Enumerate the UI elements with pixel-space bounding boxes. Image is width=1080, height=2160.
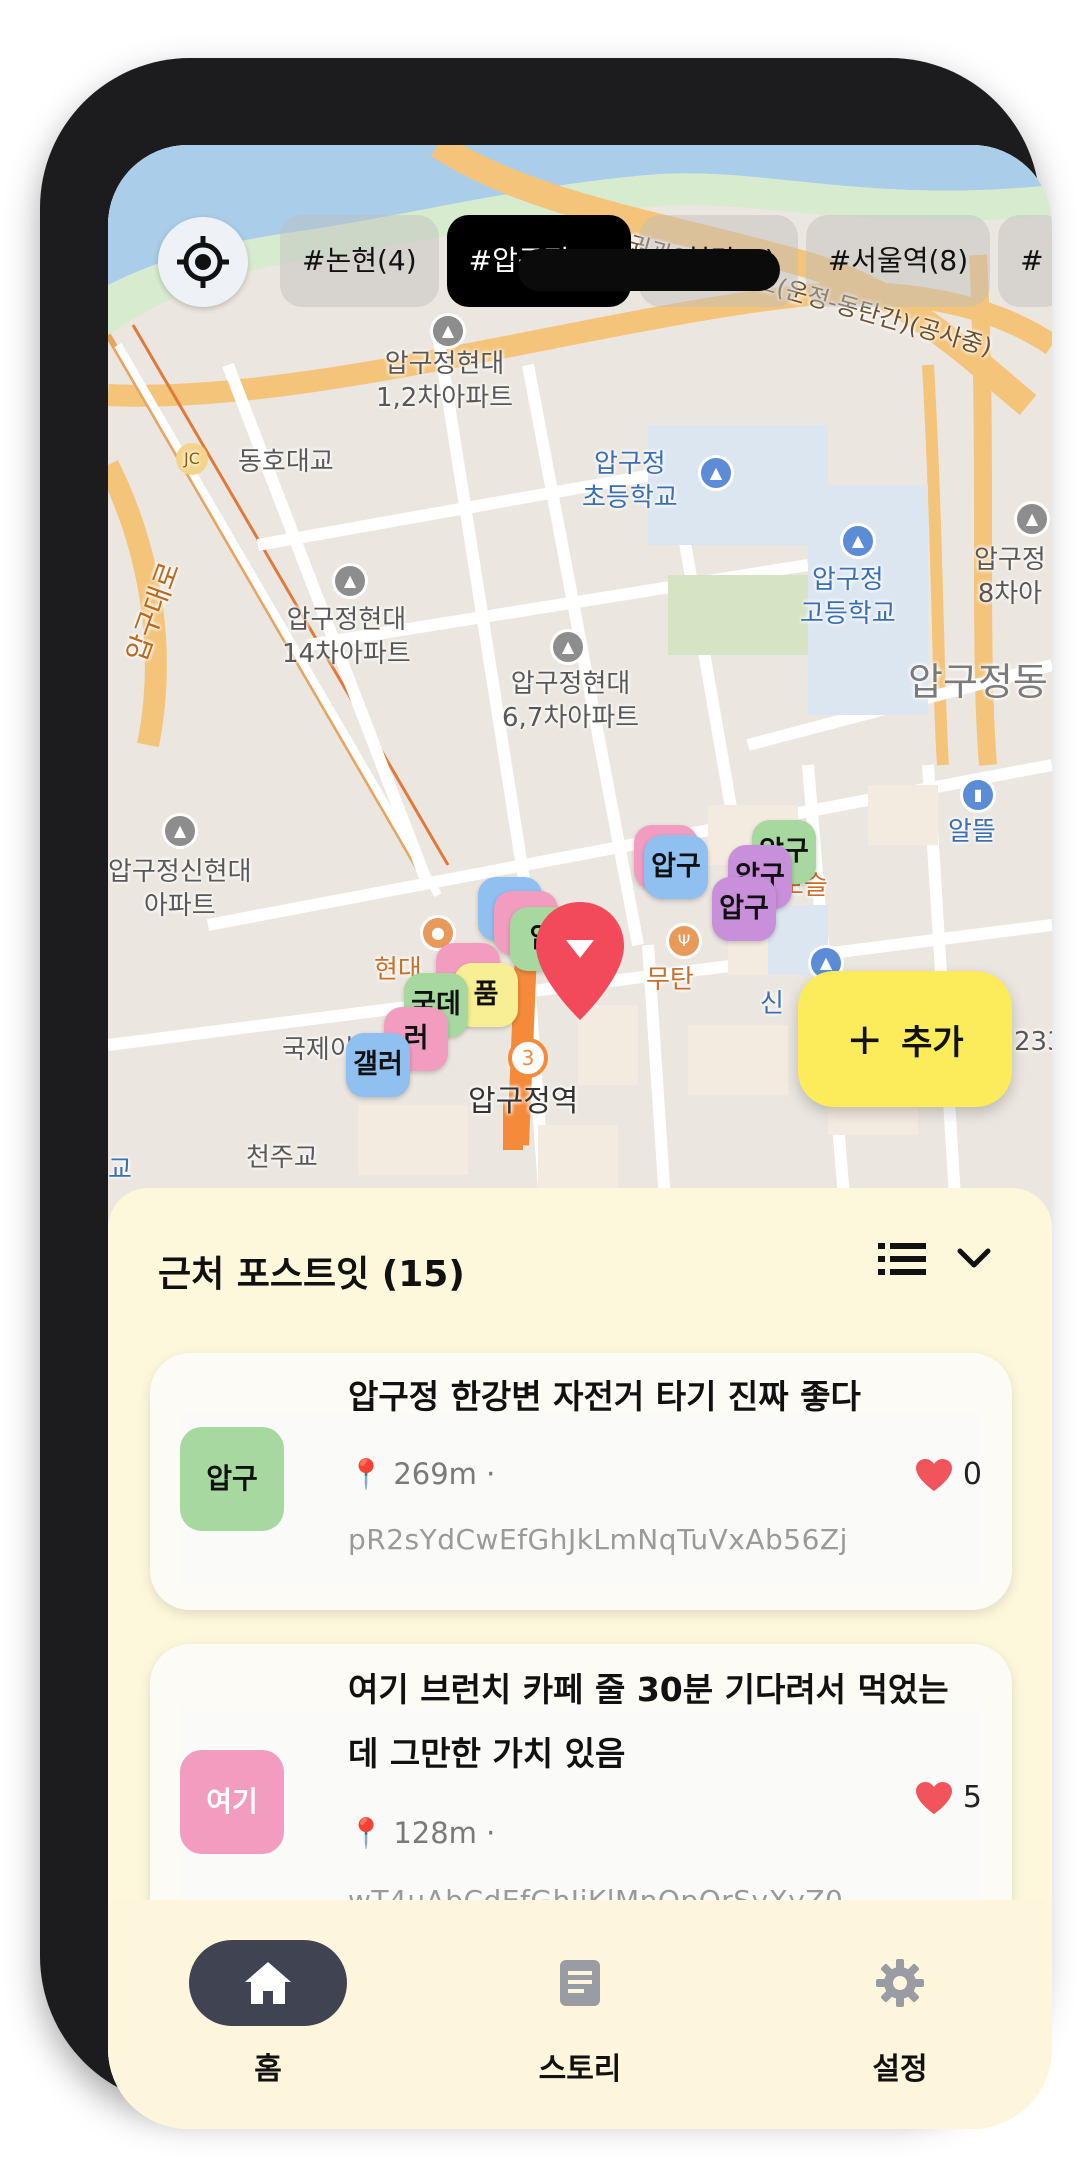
add-button-label: 추가: [901, 1022, 964, 1063]
dynamic-island: [518, 249, 780, 291]
map-marker[interactable]: 갤러: [346, 1033, 410, 1097]
pin-icon: 📍: [348, 1816, 385, 1850]
gas-station-icon: ▮: [960, 777, 996, 813]
phone-frame: 압구정현대 1,2차아파트 ▲ 동호대교 JC 압구정 초등학교 ▲ 압구정 고등학교…: [40, 58, 1052, 2129]
like-button[interactable]: 5: [915, 1780, 982, 1815]
postit-card[interactable]: 여기 여기 브런치 카페 줄 30분 기다려서 먹었는데 그만한 가치 있음 📍…: [150, 1644, 1012, 1944]
map-label-school: 압구정 초등학교: [582, 449, 678, 513]
jc-badge: JC: [176, 443, 208, 475]
map-label-school2: 압구정 고등학교: [800, 565, 896, 629]
crosshair-icon: [177, 236, 229, 288]
building-icon: ▲: [430, 313, 466, 349]
my-location-button[interactable]: [158, 217, 248, 307]
map-label-dong: 압구정동: [908, 660, 1048, 704]
chip-nonhyeon[interactable]: #논현(4): [280, 215, 439, 307]
nav-story-label: 스토리: [538, 2052, 622, 2087]
postit-distance: 📍 269m ·: [348, 1457, 496, 1491]
map-label-apt: 압구정현대 1,2차아파트: [376, 349, 514, 413]
map-label-apt67: 압구정현대 6,7차아파트: [502, 669, 640, 733]
nav-settings-label: 설정: [872, 2052, 928, 2087]
postit-title: 압구정 한강변 자전거 타기 진짜 좋다: [348, 1377, 861, 1416]
gear-icon: [876, 1959, 924, 2007]
building-icon: ▲: [332, 563, 368, 599]
sheet-title: 근처 포스트잇 (15): [158, 1254, 465, 1295]
sheet-controls: [878, 1241, 994, 1277]
map-label-apt8: 압구정 8차아: [974, 545, 1046, 609]
subway-line-number: 3: [521, 1046, 535, 1070]
pin-icon: 📍: [348, 1457, 385, 1491]
postit-card[interactable]: 압구 압구정 한강변 자전거 타기 진짜 좋다 📍 269m · pR2sYdC…: [150, 1353, 1012, 1610]
map-label-gukje: 국제이: [282, 1035, 354, 1065]
map-label-apt14: 압구정현대 14차아파트: [282, 605, 411, 669]
like-count: 0: [962, 1457, 982, 1492]
postit-avatar: 압구: [180, 1427, 284, 1531]
map-label-station: 압구정역: [468, 1084, 579, 1119]
list-view-icon[interactable]: [878, 1241, 928, 1277]
nav-home[interactable]: 홈: [168, 1940, 368, 2088]
building-icon: ▲: [1014, 501, 1050, 537]
school-icon: ▲: [698, 455, 734, 491]
postit-distance: 📍 128m ·: [348, 1816, 496, 1850]
map-view[interactable]: 압구정현대 1,2차아파트 ▲ 동호대교 JC 압구정 초등학교 ▲ 압구정 고등학교…: [108, 145, 1052, 1245]
restaurant-icon: Ψ: [666, 923, 702, 959]
chip-more[interactable]: #: [998, 215, 1052, 307]
home-icon: [245, 1962, 291, 2004]
map-label-cheonju: 천주교: [246, 1143, 318, 1173]
nav-story[interactable]: 스토리: [480, 1940, 680, 2088]
like-button[interactable]: 0: [915, 1457, 982, 1492]
heart-icon: [915, 1458, 952, 1491]
nav-settings[interactable]: 설정: [800, 1940, 1000, 2088]
plus-icon: +: [846, 1013, 884, 1065]
map-label-233: 233: [1014, 1027, 1052, 1057]
postit-id: pR2sYdCwEfGhJkLmNqTuVxAb56Zj: [348, 1523, 848, 1556]
add-postit-button[interactable]: + 추가: [798, 971, 1012, 1107]
chip-seoul-station[interactable]: #서울역(8): [805, 215, 991, 307]
bottom-nav: 홈 스토리 설정: [108, 1900, 1052, 2129]
map-label-gas: 알뜰: [948, 817, 996, 847]
nav-home-label: 홈: [254, 2052, 282, 2087]
map-label-muntan: 무탄: [646, 965, 694, 995]
postit-avatar: 여기: [180, 1750, 284, 1854]
map-label-newapt: 압구정신현대 아파트: [108, 857, 252, 921]
map-label-jc: 동호대교: [238, 447, 334, 477]
map-marker[interactable]: 압구: [644, 835, 708, 899]
building-icon: ▲: [550, 629, 586, 665]
building-icon: ▲: [162, 813, 198, 849]
document-icon: [560, 1960, 600, 2006]
map-label-edge: 교: [108, 1155, 132, 1185]
chevron-down-icon[interactable]: [954, 1241, 994, 1277]
current-location-pin-icon: [536, 902, 624, 1020]
map-marker[interactable]: 압구: [712, 877, 776, 941]
school-icon: ▲: [840, 523, 876, 559]
heart-icon: [915, 1781, 952, 1814]
app-screen: 압구정현대 1,2차아파트 ▲ 동호대교 JC 압구정 초등학교 ▲ 압구정 고등학교…: [108, 145, 1052, 2129]
map-label-sin: 신: [760, 989, 784, 1019]
like-count: 5: [962, 1780, 982, 1815]
postit-title: 여기 브런치 카페 줄 30분 기다려서 먹었는데 그만한 가치 있음: [348, 1670, 949, 1773]
